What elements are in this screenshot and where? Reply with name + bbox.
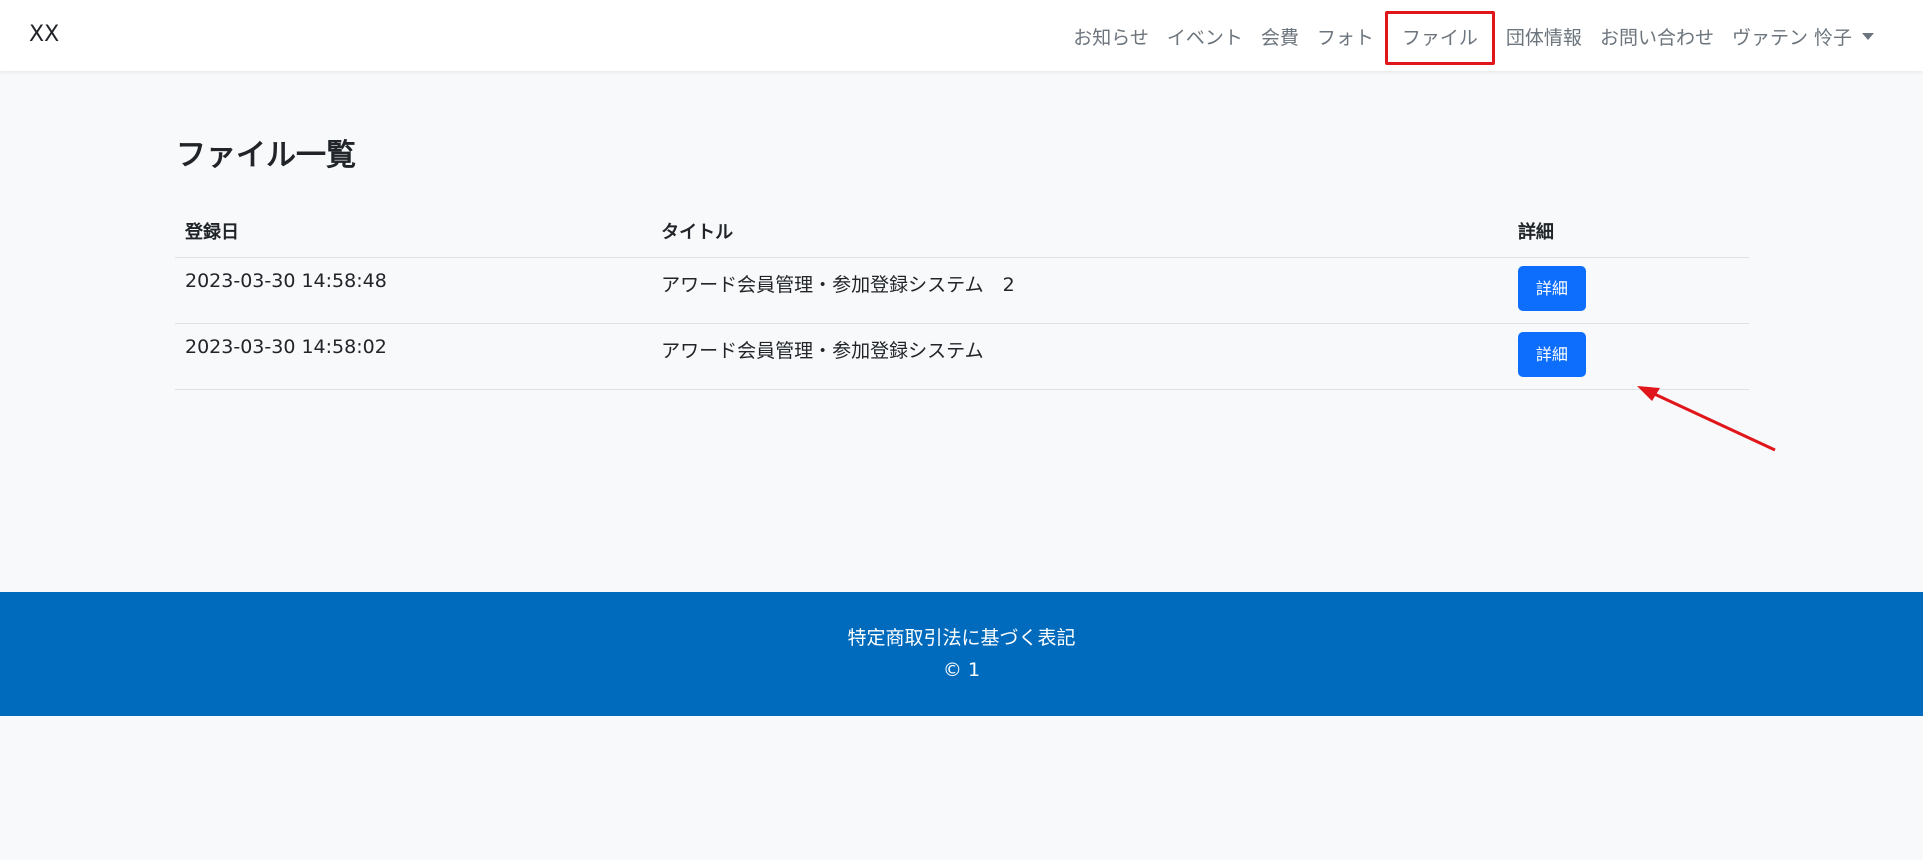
user-name: ヴァテン 怜子: [1731, 26, 1852, 49]
user-menu-dropdown[interactable]: ヴァテン 怜子: [1723, 14, 1883, 62]
nav-item-organization[interactable]: 団体情報: [1497, 14, 1591, 62]
row-title: アワード会員管理・参加登録システム 2: [651, 257, 1508, 324]
page-title: ファイル一覧: [176, 138, 356, 173]
nav-links: お知らせ イベント 会費 フォト ファイル 団体情報 お問い合わせ ヴァテン 怜…: [1064, 10, 1883, 65]
caret-down-icon: [1862, 32, 1874, 40]
row-date: 2023-03-30 14:58:48: [175, 257, 652, 324]
copyright-text: © 1: [942, 659, 981, 681]
table-header-row: 登録日 タイトル 詳細: [175, 204, 1749, 258]
detail-button[interactable]: 詳細: [1517, 266, 1586, 311]
row-date: 2023-03-30 14:58:02: [175, 323, 652, 390]
file-list-table: 登録日 タイトル 詳細 2023-03-30 14:58:48 アワード会員管理…: [175, 204, 1749, 390]
legal-notice-link[interactable]: 特定商取引法に基づく表記: [0, 623, 1923, 653]
arrow-shaft: [1649, 390, 1776, 452]
detail-button[interactable]: 詳細: [1517, 332, 1586, 377]
nav-item-files[interactable]: ファイル: [1384, 10, 1495, 65]
header-detail: 詳細: [1507, 204, 1749, 258]
nav-item-events[interactable]: イベント: [1158, 14, 1252, 62]
nav-item-news[interactable]: お知らせ: [1064, 14, 1158, 62]
table-row: 2023-03-30 14:58:02 アワード会員管理・参加登録システム 詳細: [175, 323, 1749, 390]
header-date: 登録日: [175, 204, 652, 258]
nav-item-photos[interactable]: フォト: [1308, 14, 1383, 62]
footer: 特定商取引法に基づく表記 © 1: [0, 592, 1923, 716]
top-navbar: XX お知らせ イベント 会費 フォト ファイル 団体情報 お問い合わせ ヴァテ…: [0, 0, 1923, 71]
nav-item-contact[interactable]: お問い合わせ: [1591, 14, 1723, 62]
table-row: 2023-03-30 14:58:48 アワード会員管理・参加登録システム 2 …: [175, 257, 1749, 324]
annotation-arrow: [1637, 386, 1776, 452]
row-title: アワード会員管理・参加登録システム: [651, 323, 1508, 390]
nav-item-fees[interactable]: 会費: [1252, 14, 1308, 62]
header-title: タイトル: [651, 204, 1508, 258]
brand-logo[interactable]: XX: [29, 20, 59, 50]
